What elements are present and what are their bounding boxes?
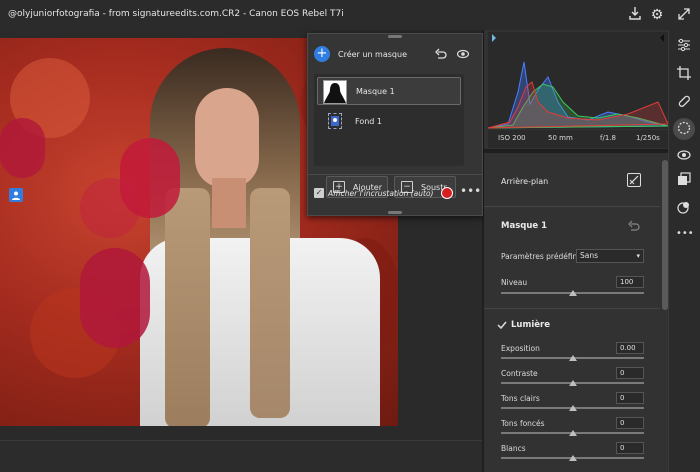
masking-icon[interactable] — [676, 121, 692, 137]
iso-text: ISO 200 — [498, 134, 526, 142]
slider-knob[interactable] — [568, 430, 577, 436]
overlay-color-swatch[interactable] — [441, 187, 453, 199]
background-row[interactable]: Arrière-plan — [488, 160, 660, 205]
panel-resize-handle[interactable] — [388, 211, 402, 214]
window-title: @olyjuniorfotografia - from signatureedi… — [8, 9, 344, 19]
exif-info: ISO 200 50 mm f/1.8 1/250s — [488, 130, 668, 148]
histogram — [487, 32, 669, 129]
filmstrip-bar — [0, 440, 482, 472]
level-label: Niveau — [501, 278, 528, 287]
preset-label: Paramètres prédéfinis — [501, 252, 584, 261]
overlay-row: ✓ Afficher l'incrustation (auto) ••• — [308, 184, 482, 206]
overlay-checkbox[interactable]: ✓ — [314, 188, 324, 198]
slider-value-field[interactable]: 0 — [616, 392, 644, 404]
mask-list: Masque 1 Fond 1 + Ajouter − Soustr. — [314, 74, 464, 198]
slider-value-field[interactable]: 0 — [616, 417, 644, 429]
slider-label: Exposition — [501, 344, 540, 353]
more-icon[interactable]: ••• — [676, 226, 694, 242]
aperture-text: f/1.8 — [600, 134, 616, 142]
slider-label: Tons clairs — [501, 394, 540, 403]
preset-value: Sans — [580, 251, 599, 260]
create-mask-button[interactable]: + — [314, 46, 330, 62]
background-label: Arrière-plan — [501, 177, 549, 186]
mask-item[interactable]: Fond 1 — [317, 108, 461, 136]
overlay-label: Afficher l'incrustation (auto) — [328, 189, 434, 198]
slider-value-field[interactable]: 0 — [616, 367, 644, 379]
slider-knob[interactable] — [568, 380, 577, 386]
mask-section-title: Masque 1 — [501, 221, 548, 231]
versions-icon[interactable] — [676, 200, 692, 216]
chevron-down-icon: ▾ — [636, 252, 640, 260]
redeye-icon[interactable] — [676, 148, 692, 164]
background-image-icon[interactable] — [627, 173, 641, 187]
slider-knob[interactable] — [568, 455, 577, 461]
crop-icon[interactable] — [676, 66, 692, 82]
more-icon[interactable]: ••• — [460, 184, 481, 198]
slider-knob[interactable] — [568, 355, 577, 361]
light-section-title: Lumière — [511, 320, 550, 330]
divider — [484, 149, 668, 153]
presets-icon[interactable] — [676, 172, 692, 188]
create-mask-label: Créer un masque — [338, 50, 407, 59]
preset-dropdown[interactable]: Sans ▾ — [576, 249, 644, 263]
healing-icon[interactable] — [676, 94, 692, 110]
shutter-text: 1/250s — [636, 134, 660, 142]
checkmark-icon[interactable] — [497, 320, 509, 332]
slider-knob[interactable] — [568, 405, 577, 411]
mask-panel: + Créer un masque Masque 1 Fond 1 + Ajou… — [307, 33, 483, 216]
expand-icon[interactable] — [676, 7, 692, 23]
sliders-icon[interactable] — [676, 38, 692, 54]
slider-knob[interactable] — [568, 290, 577, 296]
mask-thumbnail — [323, 80, 347, 104]
mask-pin-icon[interactable] — [9, 188, 23, 202]
slider-label: Contraste — [501, 369, 538, 378]
slider-label: Tons foncés — [501, 419, 545, 428]
mask-name: Fond 1 — [355, 117, 382, 126]
divider — [484, 206, 660, 207]
level-value-field[interactable]: 100 — [616, 276, 644, 288]
gear-icon[interactable]: ⚙ — [648, 6, 666, 24]
mask-item[interactable]: Masque 1 — [317, 77, 461, 105]
mask-name: Masque 1 — [356, 87, 395, 96]
reset-icon[interactable] — [628, 220, 640, 232]
slider-value-field[interactable]: 0.00 — [616, 342, 644, 354]
slider-label: Blancs — [501, 444, 526, 453]
background-component-icon — [328, 113, 342, 129]
focal-length-text: 50 mm — [548, 134, 573, 142]
divider — [484, 308, 660, 309]
title-bar: @olyjuniorfotografia - from signatureedi… — [0, 0, 700, 30]
export-icon[interactable] — [626, 6, 644, 24]
divider — [308, 174, 482, 175]
eye-icon[interactable] — [456, 48, 470, 60]
panel-grip-handle[interactable] — [388, 35, 402, 38]
reset-icon[interactable] — [435, 48, 447, 60]
slider-value-field[interactable]: 0 — [616, 442, 644, 454]
